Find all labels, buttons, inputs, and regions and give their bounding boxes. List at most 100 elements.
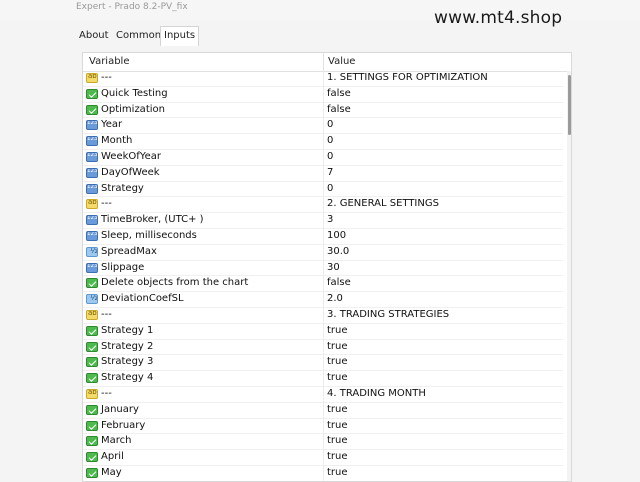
table-header: Variable Value [83,53,571,72]
variable-name: Optimization [101,103,165,115]
int-type-icon [86,262,98,273]
table-row[interactable]: March true [83,434,563,451]
table-row[interactable]: --- 1. SETTINGS FOR OPTIMIZATION [83,71,563,87]
inputs-panel: Variable Value --- 1. SETTINGS FOR OPTIMI… [82,52,572,482]
string-type-icon [86,388,98,399]
variable-value[interactable]: 3 [327,214,333,225]
variable-value[interactable]: 7 [327,167,333,178]
tab-about[interactable]: About [76,28,112,44]
variable-value[interactable]: 2. GENERAL SETTINGS [327,198,439,209]
table-row[interactable]: --- 3. TRADING STRATEGIES [83,307,563,324]
variable-name: Quick Testing [101,87,168,99]
variable-value[interactable]: 0 [327,151,333,162]
table-row[interactable]: Year 0 [83,118,563,135]
cell-divider [323,307,324,324]
variable-value[interactable]: true [327,420,348,431]
table-row[interactable]: Strategy 3 true [83,355,563,372]
cell-divider [323,276,324,293]
cell-divider [323,118,324,135]
table-row[interactable]: --- 2. GENERAL SETTINGS [83,197,563,214]
column-divider[interactable] [323,53,324,71]
int-type-icon [86,120,98,131]
cell-divider [323,71,324,87]
variable-name: DeviationCoefSL [101,293,184,305]
table-row[interactable]: Month 0 [83,134,563,150]
variable-value[interactable]: 4. TRADING MONTH [327,388,426,399]
variable-value[interactable]: true [327,404,348,415]
int-type-icon [86,151,98,162]
variable-value[interactable]: false [327,88,351,99]
table-row[interactable]: DeviationCoefSL 2.0 [83,292,563,308]
variable-value[interactable]: true [327,435,348,446]
cell-divider [323,418,324,435]
variable-value[interactable]: false [327,277,351,288]
variable-value[interactable]: false [327,104,351,115]
window-title: Expert - Prado 8.2-PV_fix [76,2,188,12]
variable-name: March [101,435,132,447]
scrollbar-thumb[interactable] [568,75,571,135]
table-row[interactable]: Slippage 30 [83,260,563,277]
bool-type-icon [86,420,98,431]
variable-value[interactable]: 100 [327,230,346,241]
bool-type-icon [86,278,98,289]
cell-divider [323,244,324,261]
table-row[interactable]: Optimization false [83,102,563,119]
variable-value[interactable]: true [327,356,348,367]
table-row[interactable]: DayOfWeek 7 [83,165,563,182]
variable-name: April [101,451,124,463]
bool-type-icon [86,88,98,99]
variable-value[interactable]: 30 [327,262,340,273]
cell-divider [323,197,324,214]
variable-value[interactable]: 30.0 [327,246,349,257]
variable-name: Strategy 3 [101,356,154,368]
table-row[interactable]: Strategy 0 [83,181,563,198]
table-row[interactable]: WeekOfYear 0 [83,149,563,166]
table-row[interactable]: April true [83,450,563,466]
table-row[interactable]: Strategy 2 true [83,339,563,356]
bool-type-icon [86,357,98,368]
variable-value[interactable]: true [327,372,348,383]
table-row[interactable]: Sleep, milliseconds 100 [83,228,563,245]
variable-value[interactable]: 1. SETTINGS FOR OPTIMIZATION [327,72,488,83]
table-row[interactable]: SpreadMax 30.0 [83,244,563,261]
variable-value[interactable]: 0 [327,135,333,146]
bool-type-icon [86,404,98,415]
variable-name: February [101,419,146,431]
variable-value[interactable]: 0 [327,119,333,130]
table-row[interactable]: Strategy 1 true [83,323,563,340]
table-row[interactable]: TimeBroker, (UTC+ ) 3 [83,213,563,229]
cell-divider [323,228,324,245]
table-row[interactable]: Delete objects from the chart false [83,276,563,293]
variable-name: --- [101,198,112,210]
variable-value[interactable]: true [327,325,348,336]
column-header-variable[interactable]: Variable [89,56,130,67]
cell-divider [323,213,324,229]
table-row[interactable]: January true [83,402,563,419]
variable-name: WeekOfYear [101,150,161,162]
tab-inputs[interactable]: Inputs [160,26,200,46]
bool-type-icon [86,104,98,115]
vertical-scrollbar[interactable] [567,71,571,481]
variable-name: May [101,466,122,478]
cell-divider [323,386,324,403]
variable-name: Strategy [101,182,144,194]
variable-name: Month [101,135,133,147]
cell-divider [323,86,324,103]
int-type-icon [86,230,98,241]
table-row[interactable]: --- 4. TRADING MONTH [83,386,563,403]
variable-value[interactable]: true [327,467,348,478]
variable-value[interactable]: 2.0 [327,293,343,304]
variable-value[interactable]: 3. TRADING STRATEGIES [327,309,449,320]
table-row[interactable]: May true [83,465,563,481]
variable-value[interactable]: true [327,451,348,462]
table-row[interactable]: February true [83,418,563,435]
variable-name: SpreadMax [101,245,157,257]
table-row[interactable]: Strategy 4 true [83,371,563,387]
variable-value[interactable]: 0 [327,183,333,194]
double-type-icon [86,246,98,257]
column-header-value[interactable]: Value [328,56,355,67]
variable-value[interactable]: true [327,341,348,352]
tab-common[interactable]: Common [113,28,164,44]
cell-divider [323,465,324,481]
table-row[interactable]: Quick Testing false [83,86,563,103]
